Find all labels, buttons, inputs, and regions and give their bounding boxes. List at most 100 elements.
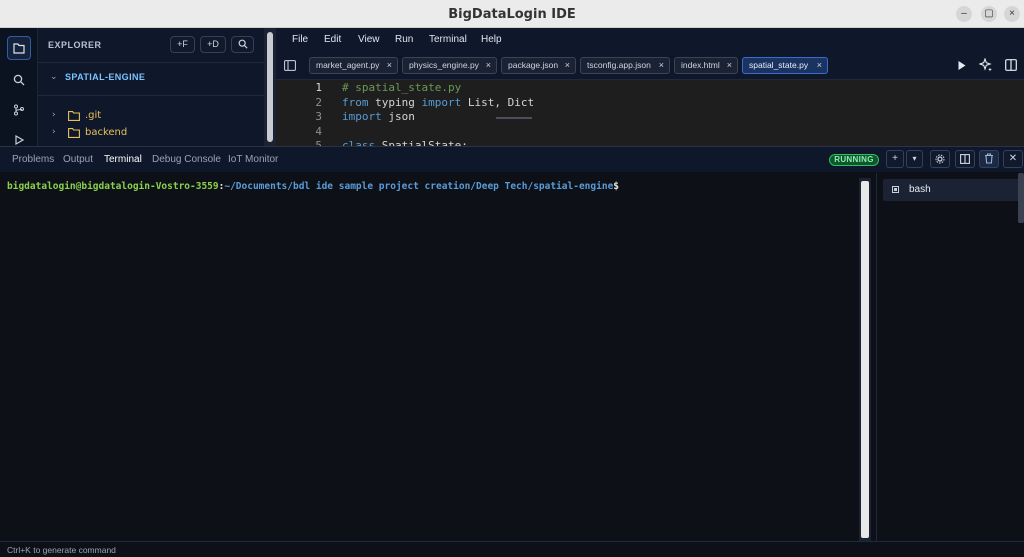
terminal-session-bash[interactable]: bash	[883, 179, 1023, 201]
menu-file[interactable]: File	[292, 34, 308, 45]
code-text: from typing import List, Dict	[342, 96, 534, 109]
terminal-icon	[892, 186, 899, 193]
split-editor-icon[interactable]	[1005, 59, 1017, 71]
tab-label: tsconfig.app.json	[587, 60, 651, 70]
code-token: # spatial_state.py	[342, 81, 462, 94]
folder-icon	[68, 111, 80, 121]
tab-package-json[interactable]: package.json ×	[501, 57, 576, 74]
terminal-sessions: bash	[876, 173, 1024, 541]
split-terminal-button[interactable]	[955, 150, 975, 168]
code-token: class	[342, 139, 376, 146]
chevron-right-icon: ›	[52, 110, 56, 120]
tree-item-git[interactable]: › .git	[38, 109, 264, 125]
tree-item-label: .git	[85, 110, 102, 121]
code-line[interactable]: 4	[276, 125, 1024, 139]
status-bar: Ctrl+K to generate command	[0, 541, 1024, 557]
new-file-button[interactable]: +F	[170, 36, 195, 53]
tab-spatial-state[interactable]: spatial_state.py ×	[742, 57, 828, 74]
terminal-settings-button[interactable]	[930, 150, 950, 168]
search-icon[interactable]	[7, 68, 31, 92]
explorer-title: EXPLORER	[48, 40, 102, 50]
line-number: 1	[315, 81, 322, 94]
sparkle-icon[interactable]	[979, 58, 993, 72]
title-bar: BigDataLogin IDE – ▢ ×	[0, 0, 1024, 28]
prompt-user: bigdatalogin@bigdatalogin-Vostro-3559	[7, 181, 219, 192]
folder-icon	[68, 128, 80, 138]
tab-bar: market_agent.py × physics_engine.py × pack…	[276, 52, 1024, 80]
tab-terminal[interactable]: Terminal	[104, 154, 142, 165]
code-token: from	[342, 95, 369, 109]
tab-output[interactable]: Output	[63, 154, 93, 165]
new-terminal-button[interactable]: +	[886, 150, 904, 168]
tab-debug-console[interactable]: Debug Console	[152, 154, 221, 165]
tab-tsconfig[interactable]: tsconfig.app.json ×	[580, 57, 670, 74]
trash-icon	[985, 153, 993, 164]
code-line[interactable]: 3 import json	[276, 110, 1024, 124]
gear-icon	[935, 154, 945, 164]
status-badge: RUNNING	[829, 154, 879, 166]
code-token: List, Dict	[461, 95, 535, 109]
line-number: 5	[315, 139, 322, 146]
session-scrollbar[interactable]	[1018, 173, 1024, 223]
minimize-button[interactable]: –	[956, 6, 972, 22]
prompt-symbol: $	[613, 181, 620, 192]
terminal-dropdown-button[interactable]: ▾	[906, 150, 923, 168]
tab-physics-engine[interactable]: physics_engine.py ×	[402, 57, 497, 74]
terminal-scrollbar[interactable]	[859, 178, 871, 541]
code-line[interactable]: 5 class SpatialState:	[276, 139, 1024, 146]
explorer-search-button[interactable]	[231, 36, 254, 53]
tab-iot-monitor[interactable]: IoT Monitor	[228, 154, 278, 165]
session-name: bash	[909, 184, 931, 195]
new-folder-button[interactable]: +D	[200, 36, 226, 53]
close-panel-button[interactable]: ✕	[1003, 150, 1023, 168]
tree-item-backend[interactable]: › backend	[38, 126, 264, 142]
tab-label: physics_engine.py	[409, 60, 479, 70]
project-name: SPATIAL-ENGINE	[65, 72, 146, 82]
run-file-icon[interactable]	[957, 60, 967, 71]
code-line[interactable]: 1 # spatial_state.py	[276, 81, 1024, 95]
code-text: class SpatialState:	[342, 139, 468, 146]
source-control-icon[interactable]	[7, 98, 31, 122]
terminal-prompt: bigdatalogin@bigdatalogin-Vostro-3559:~/…	[7, 181, 619, 192]
close-tab-icon[interactable]: ×	[486, 58, 491, 73]
chevron-right-icon: ›	[52, 127, 56, 137]
tree-item-label: backend	[85, 127, 128, 138]
close-window-button[interactable]: ×	[1004, 6, 1020, 22]
tab-market-agent[interactable]: market_agent.py ×	[309, 57, 398, 74]
close-tab-icon[interactable]: ×	[727, 58, 732, 73]
close-tab-icon[interactable]: ×	[565, 58, 570, 73]
files-icon[interactable]	[7, 36, 31, 60]
tab-problems[interactable]: Problems	[12, 154, 54, 165]
code-line[interactable]: 2 from typing import List, Dict	[276, 96, 1024, 110]
explorer-panel: EXPLORER +F +D ⌄ SPATIAL-ENGINE › .git ›…	[38, 28, 264, 146]
kill-terminal-button[interactable]	[979, 150, 999, 168]
close-tab-icon[interactable]: ×	[659, 58, 664, 73]
tab-index-html[interactable]: index.html ×	[674, 57, 738, 74]
menu-terminal[interactable]: Terminal	[429, 34, 467, 45]
editor-area: File Edit View Run Terminal Help market_…	[276, 28, 1024, 146]
code-token: import	[421, 95, 462, 109]
close-tab-icon[interactable]: ×	[387, 58, 392, 73]
window-title: BigDataLogin IDE	[448, 7, 576, 22]
code-editor[interactable]: 1 # spatial_state.py 2 from typing import L…	[276, 80, 1024, 146]
code-token: typing	[368, 95, 422, 109]
menu-run[interactable]: Run	[395, 34, 413, 45]
menu-view[interactable]: View	[358, 34, 380, 45]
terminal[interactable]: bigdatalogin@bigdatalogin-Vostro-3559:~/…	[0, 173, 859, 541]
chevron-down-icon: ⌄	[50, 71, 58, 81]
line-number: 3	[315, 110, 322, 123]
menu-edit[interactable]: Edit	[324, 34, 341, 45]
tab-label: package.json	[508, 60, 559, 70]
code-token: json	[381, 110, 415, 123]
code-token: import	[342, 110, 382, 123]
explorer-scrollbar[interactable]	[264, 28, 276, 146]
code-text: import json	[342, 110, 415, 123]
toggle-sidebar-icon[interactable]	[284, 60, 296, 71]
menu-help[interactable]: Help	[481, 34, 502, 45]
code-text: # spatial_state.py	[342, 81, 461, 94]
editor-horizontal-scrollbar[interactable]	[496, 117, 532, 119]
prompt-path: ~/Documents/bdl ide sample project creat…	[224, 181, 614, 192]
maximize-button[interactable]: ▢	[981, 6, 997, 22]
close-tab-icon[interactable]: ×	[817, 58, 822, 73]
tab-label: market_agent.py	[316, 60, 380, 70]
